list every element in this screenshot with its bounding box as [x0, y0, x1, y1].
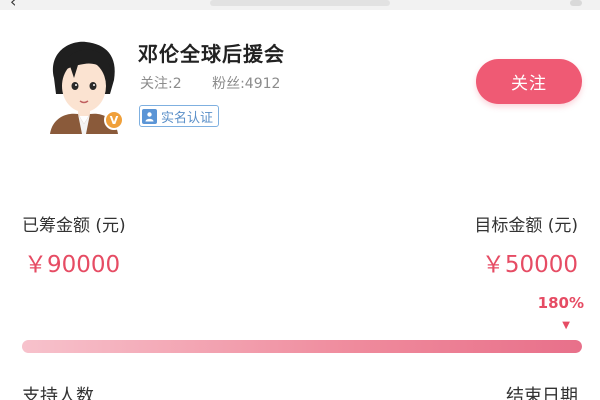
title-placeholder: [210, 0, 390, 6]
fans-count[interactable]: 粉丝:4912: [212, 76, 280, 92]
profile-name: 邓伦全球后援会: [138, 42, 285, 66]
vip-badge: V: [104, 110, 124, 130]
target-amount-label: 目标金额 (元): [474, 216, 578, 236]
end-date-label: 结束日期: [506, 386, 578, 400]
menu-placeholder[interactable]: [570, 0, 582, 6]
verified-badge: 实名认证: [139, 105, 220, 127]
target-amount-value: ￥50000: [481, 252, 578, 278]
progress-bar: [22, 340, 582, 353]
follows-count[interactable]: 关注:2: [140, 76, 182, 92]
progress-bar-fill: [22, 340, 582, 353]
profile-stats: 关注:2 粉丝:4912: [140, 73, 306, 93]
raised-amount-value: ￥90000: [24, 252, 121, 278]
top-bar: ‹: [0, 0, 600, 11]
progress-percent: 180%: [537, 294, 584, 312]
supporters-label: 支持人数: [22, 386, 94, 400]
progress-marker-icon: ▼: [562, 320, 570, 331]
follow-button[interactable]: 关注: [476, 59, 582, 104]
back-chevron-icon[interactable]: ‹: [10, 0, 16, 11]
raised-amount-label: 已筹金额 (元): [22, 216, 126, 236]
person-id-icon: [142, 108, 157, 124]
avatar[interactable]: V: [40, 38, 126, 134]
verified-label: 实名认证: [161, 110, 214, 126]
